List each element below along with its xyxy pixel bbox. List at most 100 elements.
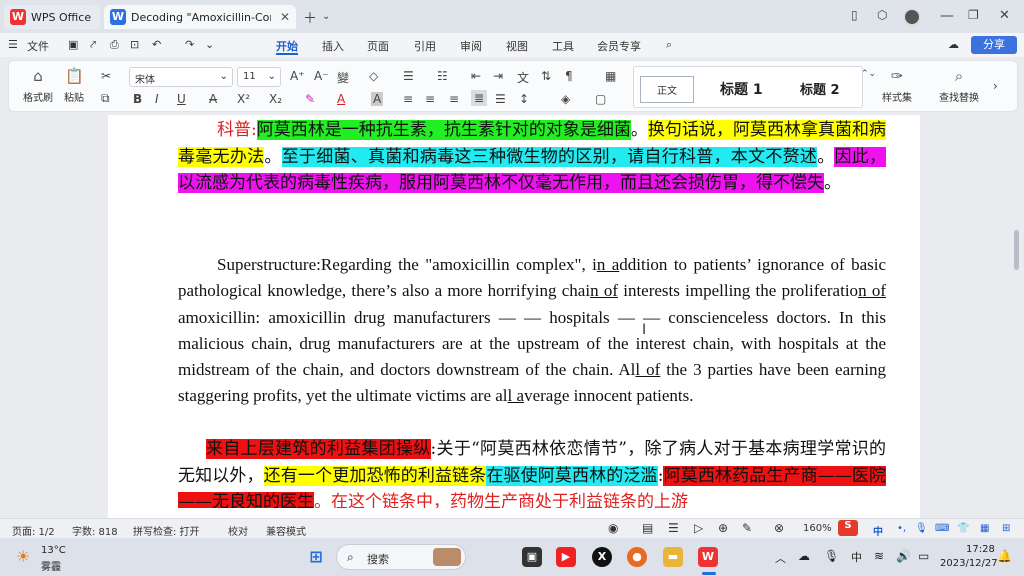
highlight-icon[interactable]: ✎ bbox=[305, 92, 315, 106]
style-scroll-icon[interactable]: ⌃⌄ bbox=[861, 69, 876, 79]
align-right-icon[interactable]: ≡ bbox=[449, 92, 459, 106]
mic-tray-icon[interactable]: 🎙 bbox=[824, 549, 839, 563]
wifi-icon[interactable]: ≋ bbox=[874, 549, 884, 563]
redo-icon[interactable]: ↷ bbox=[185, 38, 194, 51]
spell-check-status[interactable]: 拼写检查: 打开 bbox=[133, 523, 200, 538]
windows-start-icon[interactable]: ⊞ bbox=[306, 547, 326, 567]
minimize-icon[interactable]: — bbox=[940, 8, 954, 24]
superscript-icon[interactable]: X² bbox=[237, 92, 250, 106]
bullet-list-icon[interactable]: ☰ bbox=[403, 69, 414, 83]
save-icon[interactable]: ▣ bbox=[68, 38, 78, 51]
tab-document[interactable]: W Decoding "Amoxicillin-Cor ✕ bbox=[104, 5, 296, 29]
menu-view[interactable]: 视图 bbox=[506, 38, 528, 54]
menu-grid-icon[interactable]: ⊞ bbox=[1002, 523, 1010, 534]
write-icon[interactable]: ✎ bbox=[742, 521, 752, 535]
mic-icon[interactable]: 🎙 bbox=[915, 523, 928, 534]
paragraph-science[interactable]: 科普:阿莫西林是一种抗生素，抗生素针对的对象是细菌。换句话说，阿莫西林拿真菌和病… bbox=[178, 117, 887, 197]
justify-icon[interactable]: ≣ bbox=[471, 90, 488, 106]
numbered-list-icon[interactable]: ☷ bbox=[437, 69, 448, 83]
undo-icon[interactable]: ↶ bbox=[152, 38, 161, 51]
youtube-icon[interactable]: ▶ bbox=[556, 547, 576, 567]
strikethrough-icon[interactable]: A bbox=[209, 92, 217, 106]
bold-icon[interactable]: B bbox=[133, 92, 142, 106]
cut-icon[interactable]: ✂ bbox=[101, 69, 111, 83]
char-shading-icon[interactable]: A bbox=[371, 92, 384, 106]
paragraph-interest-chain[interactable]: 来自上层建筑的利益集团操纵:关于“阿莫西林依恋情节”，除了病人对于基本病理学常识… bbox=[178, 436, 886, 508]
keyboard-icon[interactable]: ⌨ bbox=[935, 523, 949, 534]
increase-indent-icon[interactable]: ⇥ bbox=[493, 69, 503, 83]
tab-wps-office[interactable]: W WPS Office bbox=[4, 5, 100, 29]
clear-format-icon[interactable]: ◇ bbox=[369, 69, 378, 83]
word-count[interactable]: 字数: 818 bbox=[72, 523, 118, 538]
cube-icon[interactable]: ⬡ bbox=[877, 8, 887, 22]
italic-icon[interactable]: I bbox=[155, 92, 159, 106]
more-icon[interactable]: ⌄ bbox=[205, 38, 214, 51]
menu-insert[interactable]: 插入 bbox=[322, 38, 344, 54]
chinese-layout-icon[interactable]: 文 bbox=[517, 69, 529, 86]
menu-tools[interactable]: 工具 bbox=[552, 38, 574, 54]
layout-icon[interactable]: ▯ bbox=[851, 8, 858, 22]
paste-button[interactable]: 📋 粘贴 bbox=[57, 67, 91, 104]
zoom-level[interactable]: 160% bbox=[803, 523, 832, 534]
print-preview-icon[interactable]: ⊡ bbox=[130, 38, 139, 51]
style-heading-2[interactable]: 标题 2 bbox=[800, 79, 840, 98]
table-icon[interactable]: ▦ bbox=[605, 69, 616, 83]
menu-home[interactable]: 开始 bbox=[276, 38, 298, 54]
weather-desc[interactable]: 雾霾 bbox=[41, 558, 61, 573]
clock-date[interactable]: 2023/12/27 bbox=[940, 558, 998, 569]
volume-icon[interactable]: 🔊 bbox=[896, 549, 911, 563]
battery-icon[interactable]: ▭ bbox=[918, 549, 929, 563]
proofread-button[interactable]: 校对 bbox=[228, 523, 248, 538]
menu-member[interactable]: 会员专享 bbox=[597, 38, 641, 54]
print-icon[interactable]: ⎙ bbox=[110, 38, 119, 52]
grow-font-icon[interactable]: A⁺ bbox=[290, 69, 305, 83]
shrink-font-icon[interactable]: A⁻ bbox=[314, 69, 329, 83]
export-icon[interactable]: ⤤ bbox=[90, 38, 96, 52]
restore-icon[interactable]: ❐ bbox=[968, 8, 979, 22]
show-marks-icon[interactable]: ¶ bbox=[565, 69, 573, 83]
compare-icon[interactable]: ⊗ bbox=[774, 521, 784, 535]
align-center-icon[interactable]: ≡ bbox=[425, 92, 435, 106]
ime-lang-icon[interactable]: 中 bbox=[873, 523, 883, 538]
weather-temp[interactable]: 13°C bbox=[41, 545, 66, 556]
hamburger-icon[interactable]: ☰ bbox=[8, 38, 18, 51]
web-view-icon[interactable]: ⊕ bbox=[718, 521, 728, 535]
new-tab-icon[interactable]: ＋ bbox=[303, 8, 317, 28]
subscript-icon[interactable]: X₂ bbox=[269, 92, 282, 106]
task-view-icon[interactable]: ▣ bbox=[522, 547, 542, 567]
align-left-icon[interactable]: ≡ bbox=[403, 92, 413, 106]
share-button[interactable]: 分享 bbox=[971, 36, 1017, 54]
style-set-button[interactable]: ✑ 样式集 bbox=[877, 67, 917, 104]
punct-icon[interactable]: •, bbox=[897, 523, 906, 534]
vertical-scrollbar[interactable] bbox=[1014, 230, 1019, 270]
menu-reference[interactable]: 引用 bbox=[414, 38, 436, 54]
eye-protection-icon[interactable]: ◉ bbox=[608, 521, 618, 535]
close-window-icon[interactable]: ✕ bbox=[999, 8, 1010, 23]
page-view-icon[interactable]: ▤ bbox=[642, 521, 653, 535]
font-size-select[interactable]: 11 ⌄ bbox=[237, 67, 281, 87]
skin-icon[interactable]: 👕 bbox=[957, 523, 969, 534]
page-count[interactable]: 页面: 1/2 bbox=[12, 523, 55, 538]
line-spacing-icon[interactable]: ↕ bbox=[519, 92, 529, 106]
copy-icon[interactable]: ⧉ bbox=[101, 91, 110, 106]
tab-dropdown-icon[interactable]: ⌄ bbox=[322, 11, 330, 22]
paragraph-superstructure[interactable]: Superstructure:Regarding the "amoxicilli… bbox=[178, 252, 886, 410]
notification-icon[interactable]: 🔔 bbox=[997, 549, 1012, 563]
ribbon-more-icon[interactable]: › bbox=[993, 79, 998, 93]
wps-taskbar-icon[interactable]: W bbox=[698, 547, 718, 567]
menu-page[interactable]: 页面 bbox=[367, 38, 389, 54]
format-painter-button[interactable]: ⌂ 格式刷 bbox=[21, 67, 55, 104]
toolbox-icon[interactable]: ▦ bbox=[980, 523, 989, 534]
outline-icon[interactable]: ☰ bbox=[668, 521, 679, 535]
onedrive-icon[interactable]: ☁ bbox=[798, 549, 810, 563]
file-explorer-icon[interactable]: ▬ bbox=[663, 547, 683, 567]
border-icon[interactable]: ▢ bbox=[595, 92, 606, 106]
menu-review[interactable]: 审阅 bbox=[460, 38, 482, 54]
underline-icon[interactable]: U bbox=[177, 92, 186, 106]
menu-file[interactable]: 文件 bbox=[27, 38, 49, 54]
close-tab-icon[interactable]: ✕ bbox=[280, 10, 290, 24]
taskbar-search[interactable]: ⌕ 搜索 bbox=[336, 544, 466, 570]
style-normal[interactable]: 正文 bbox=[640, 76, 694, 103]
ime-tray[interactable]: 中 bbox=[851, 549, 862, 565]
font-name-select[interactable]: 宋体 ⌄ bbox=[129, 67, 233, 87]
